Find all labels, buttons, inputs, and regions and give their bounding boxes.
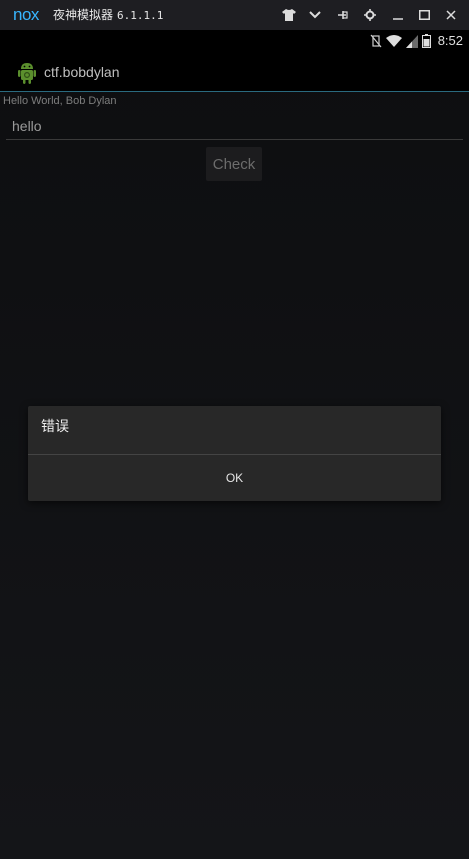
battery-icon — [422, 34, 431, 48]
check-button[interactable]: Check — [206, 147, 262, 181]
status-icons — [370, 34, 431, 48]
hello-label: Hello World, Bob Dylan — [3, 95, 117, 107]
gear-icon[interactable] — [361, 6, 379, 24]
nox-logo: nox — [13, 5, 39, 24]
ok-button[interactable]: OK — [28, 455, 441, 501]
emulator-title-bar: nox 夜神模拟器 6.1.1.1 — [0, 0, 469, 30]
status-time: 8:52 — [437, 33, 463, 48]
action-bar: ctf.bobdylan — [0, 52, 469, 92]
status-bar: 8:52 — [0, 30, 469, 52]
wifi-icon — [386, 34, 402, 47]
vibrate-icon — [370, 34, 382, 48]
android-app-icon — [18, 63, 36, 84]
text-input[interactable]: hello — [6, 115, 463, 140]
minimize-icon[interactable] — [389, 6, 407, 24]
signal-icon — [406, 34, 418, 48]
chevron-down-icon[interactable] — [306, 6, 324, 24]
shirt-icon[interactable] — [280, 6, 298, 24]
maximize-icon[interactable] — [415, 6, 433, 24]
dialog-title: 错误 — [41, 419, 69, 435]
emulator-title: 夜神模拟器 6.1.1.1 — [53, 7, 163, 24]
error-dialog: 错误 OK — [28, 406, 441, 501]
android-screen: 8:52 ctf.bobdylan Hello World, Bob Dylan… — [0, 30, 469, 859]
text-input-value: hello — [12, 118, 42, 134]
app-title: ctf.bobdylan — [44, 64, 120, 80]
emulator-name: 夜神模拟器 — [53, 8, 114, 22]
close-icon[interactable] — [442, 6, 460, 24]
emulator-version: 6.1.1.1 — [117, 9, 164, 22]
pin-icon[interactable] — [333, 6, 351, 24]
